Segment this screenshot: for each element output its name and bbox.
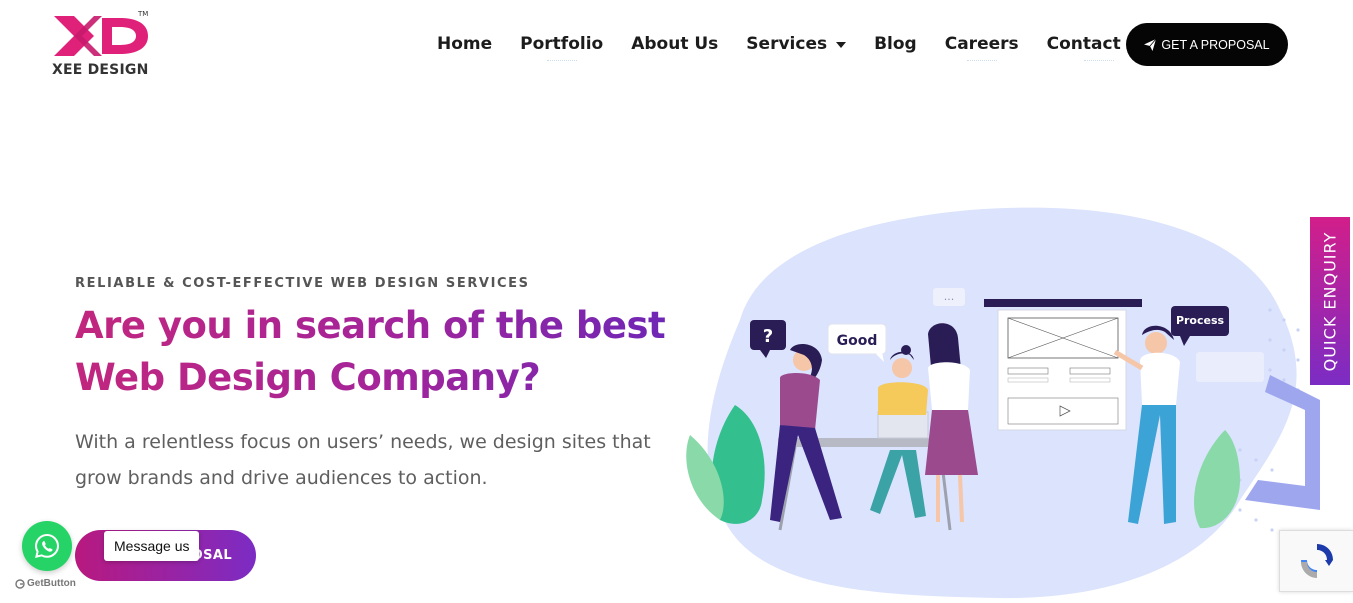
nav-item-about-us[interactable]: About Us bbox=[631, 34, 718, 54]
quick-enquiry-label: QUICK ENQUIRY bbox=[1320, 231, 1340, 371]
bubble-question-text: ? bbox=[763, 326, 773, 347]
get-proposal-label: GET A PROPOSAL bbox=[1161, 37, 1270, 52]
hero-description: With a relentless focus on users’ needs,… bbox=[75, 431, 651, 489]
nav-underline bbox=[966, 60, 997, 61]
chevron-down-icon bbox=[836, 42, 847, 48]
paper-plane-icon bbox=[1144, 38, 1157, 51]
whatsapp-button[interactable] bbox=[22, 521, 72, 571]
empty-bubble bbox=[1196, 352, 1264, 382]
nav-label: About Us bbox=[631, 34, 719, 54]
nav-label: Portfolio bbox=[520, 34, 604, 54]
getbutton-label: GetButton bbox=[27, 578, 76, 589]
recaptcha-icon bbox=[1300, 544, 1333, 578]
hero-headline: Are you in search of the best Web Design… bbox=[75, 300, 695, 404]
nav-underline bbox=[546, 60, 577, 61]
nav-item-blog[interactable]: Blog bbox=[874, 34, 917, 54]
xd-logo-icon bbox=[54, 16, 148, 56]
nav-item-portfolio[interactable]: Portfolio bbox=[520, 34, 604, 61]
getbutton-icon bbox=[15, 578, 25, 589]
hero-illustration: ? Good ... Process bbox=[680, 200, 1320, 603]
main-nav: Home Portfolio About Us Services Blog Ca… bbox=[437, 34, 1179, 61]
getbutton-credit[interactable]: GetButton bbox=[15, 578, 76, 589]
whatsapp-message-label[interactable]: Message us bbox=[104, 531, 200, 561]
bubble-good-text: Good bbox=[837, 333, 878, 349]
whatsapp-icon bbox=[34, 533, 60, 558]
nav-label: Blog bbox=[874, 34, 917, 54]
board bbox=[997, 309, 1127, 431]
recaptcha-badge[interactable] bbox=[1279, 530, 1353, 592]
trademark-label: TM bbox=[138, 10, 149, 18]
nav-label: Home bbox=[437, 34, 493, 54]
hero-eyebrow: RELIABLE & COST-EFFECTIVE WEB DESIGN SER… bbox=[75, 276, 530, 291]
nav-label: Services bbox=[746, 34, 828, 54]
nav-label: Careers bbox=[944, 34, 1019, 54]
nav-item-services[interactable]: Services bbox=[746, 34, 847, 54]
dots-bubble: ... bbox=[933, 288, 965, 306]
board-header bbox=[984, 299, 1142, 307]
bubble-process-text: Process bbox=[1176, 314, 1225, 327]
get-proposal-button[interactable]: GET A PROPOSAL bbox=[1126, 23, 1288, 66]
nav-item-careers[interactable]: Careers bbox=[944, 34, 1019, 61]
nav-item-home[interactable]: Home bbox=[437, 34, 492, 54]
nav-underline bbox=[1083, 60, 1114, 61]
brand-logo[interactable]: TM XEE DESIGN bbox=[52, 10, 152, 78]
bubble-dots-text: ... bbox=[944, 290, 955, 303]
quick-enquiry-tab[interactable]: QUICK ENQUIRY bbox=[1310, 217, 1350, 385]
logo-text: XEE DESIGN bbox=[52, 62, 149, 78]
